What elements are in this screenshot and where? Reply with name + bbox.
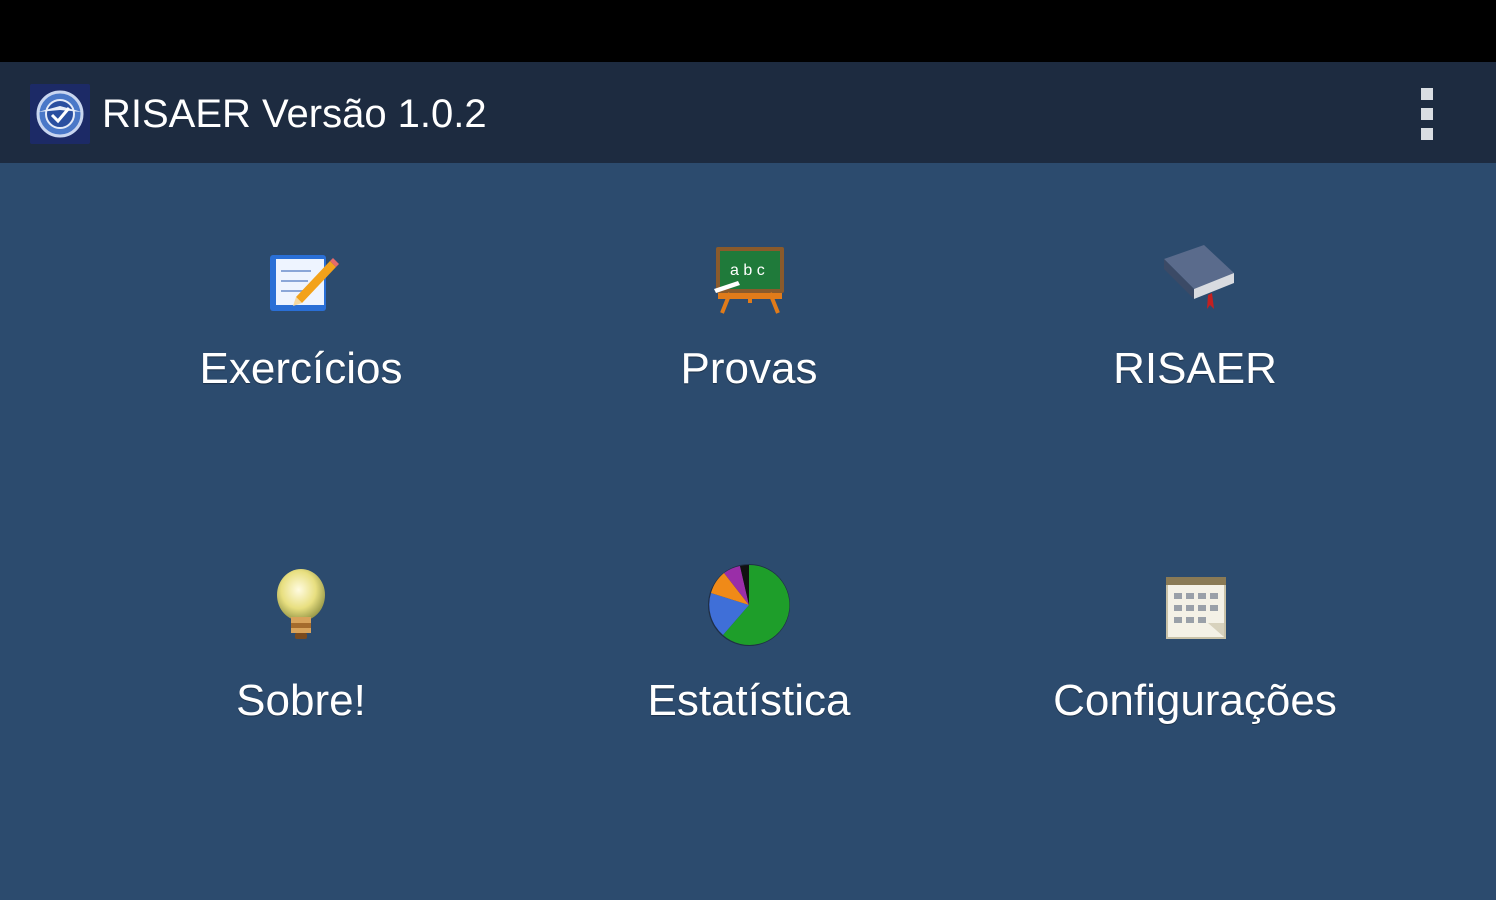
menu-item-label: Provas xyxy=(680,344,818,393)
action-bar: RISAER Versão 1.0.2 xyxy=(0,62,1496,163)
main-menu-grid: Exercícios a b c Provas RISAER Sobre! Es… xyxy=(0,163,1496,900)
menu-item-risaer[interactable]: RISAER xyxy=(946,223,1444,523)
shield-emblem-icon xyxy=(30,84,90,144)
menu-item-label: RISAER xyxy=(1113,344,1277,393)
menu-item-exercicios[interactable]: Exercícios xyxy=(52,223,550,523)
menu-item-configuracoes[interactable]: Configurações xyxy=(946,553,1444,853)
menu-item-sobre[interactable]: Sobre! xyxy=(52,553,550,853)
calendar-settings-icon xyxy=(1150,561,1240,651)
pie-chart-icon xyxy=(704,559,794,649)
menu-item-label: Exercícios xyxy=(199,344,403,393)
menu-item-label: Sobre! xyxy=(236,676,366,725)
menu-item-label: Configurações xyxy=(1053,676,1337,725)
menu-item-label: Estatística xyxy=(647,676,851,725)
app-title: RISAER Versão 1.0.2 xyxy=(102,92,487,136)
more-vertical-icon[interactable] xyxy=(1402,82,1452,146)
menu-item-provas[interactable]: a b c Provas xyxy=(500,223,998,523)
status-bar xyxy=(0,0,1496,62)
book-icon xyxy=(1150,233,1240,323)
lightbulb-icon xyxy=(256,561,346,651)
notepad-pencil-icon xyxy=(256,235,346,325)
svg-text:a b c: a b c xyxy=(730,262,765,279)
chalkboard-abc-icon: a b c xyxy=(704,233,794,323)
menu-item-estatistica[interactable]: Estatística xyxy=(500,553,998,853)
